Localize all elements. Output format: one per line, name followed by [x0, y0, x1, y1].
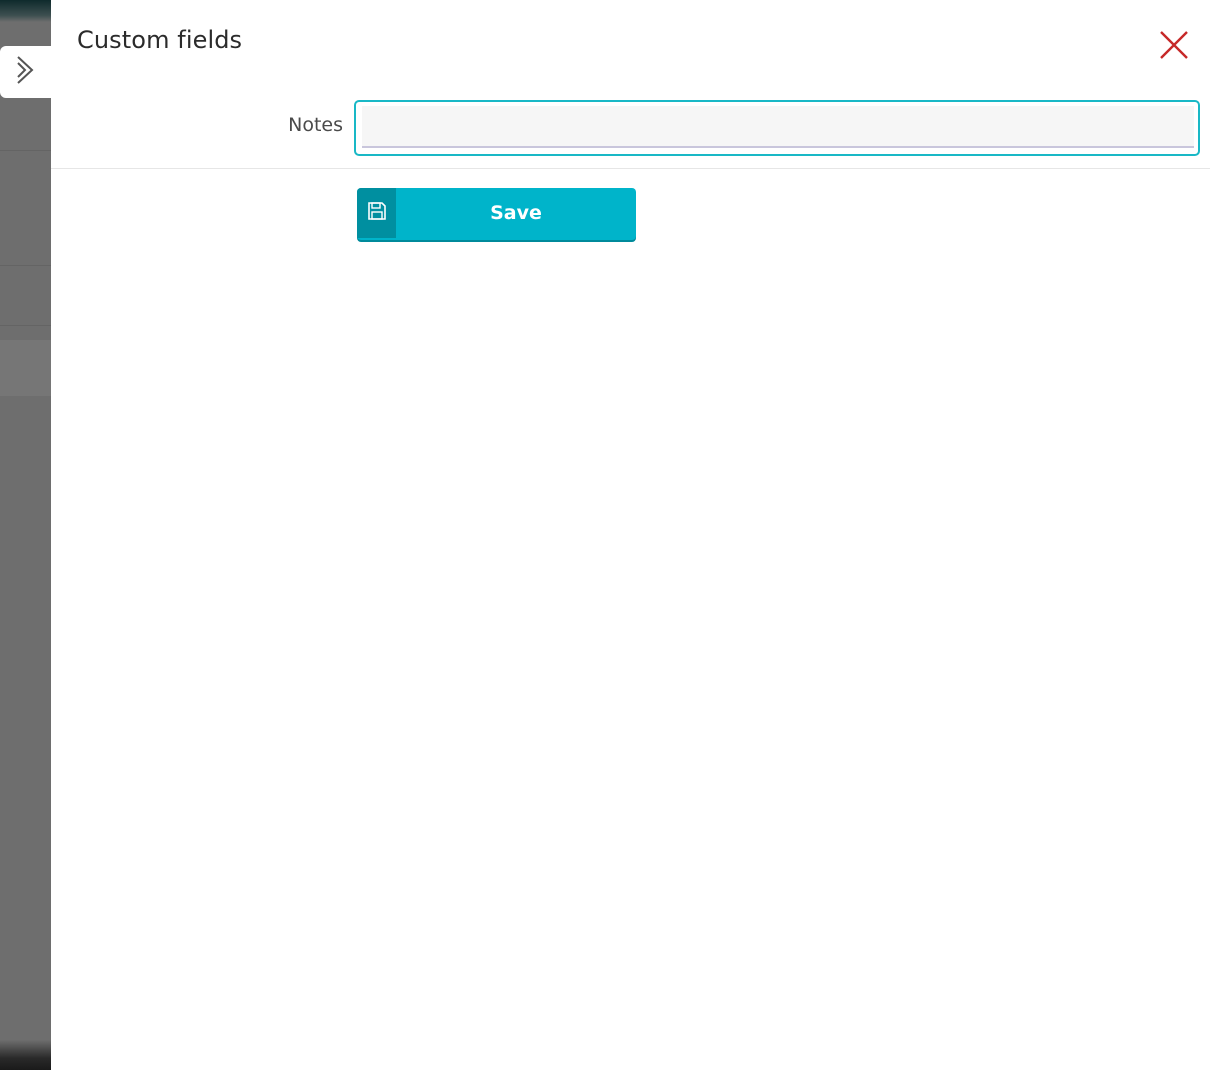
- save-icon-cell: [357, 188, 396, 238]
- backdrop-divider: [0, 150, 52, 151]
- chevron-right-icon: [15, 55, 37, 90]
- backdrop-divider: [0, 265, 52, 266]
- custom-fields-panel: Custom fields Notes Save: [51, 0, 1210, 1070]
- floppy-disk-icon: [367, 201, 387, 226]
- save-button[interactable]: Save: [357, 188, 636, 240]
- expand-panel-button[interactable]: [0, 46, 51, 98]
- notes-input[interactable]: [362, 106, 1194, 148]
- close-button[interactable]: [1157, 28, 1191, 62]
- notes-label: Notes: [288, 114, 343, 136]
- form-divider: [51, 168, 1210, 169]
- backdrop-row: [0, 340, 52, 396]
- panel-title: Custom fields: [77, 26, 243, 54]
- close-icon: [1157, 31, 1191, 66]
- backdrop-divider: [0, 325, 52, 326]
- notes-field-container: [354, 100, 1200, 156]
- save-button-label: Save: [490, 202, 542, 224]
